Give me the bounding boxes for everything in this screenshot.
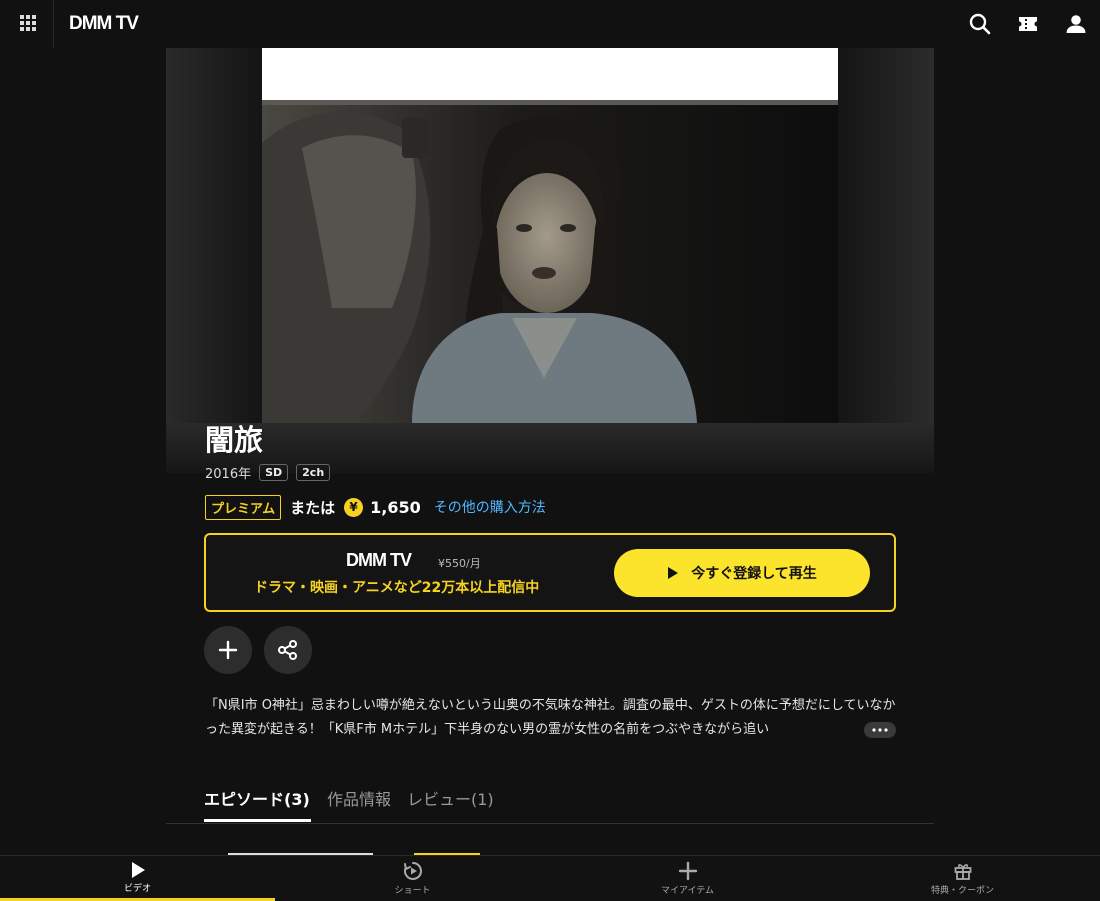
active-tab-indicator xyxy=(204,819,311,822)
premium-badge: プレミアム xyxy=(205,494,282,520)
or-text: または xyxy=(290,498,336,517)
grid-menu-icon xyxy=(20,15,36,31)
nav-short[interactable]: ショート xyxy=(275,856,550,901)
nav-benefits-label: 特典・クーポン xyxy=(930,886,994,896)
register-and-play-label: 今すぐ登録して再生 xyxy=(691,566,817,582)
quality-badge: SD xyxy=(259,463,289,481)
ticket-icon[interactable] xyxy=(1016,12,1040,36)
nav-short-label: ショート xyxy=(394,886,431,896)
promo-text: ドラマ・映画・アニメなど22万本以上配信中 xyxy=(254,580,540,596)
nav-my-items[interactable]: マイアイテム xyxy=(550,856,825,901)
release-year: 2016年 xyxy=(205,466,252,482)
nav-benefits[interactable]: 特典・クーポン xyxy=(825,856,1100,901)
add-to-list-button[interactable] xyxy=(204,626,252,674)
nav-my-items-label: マイアイテム xyxy=(660,886,715,896)
subscription-promo: DMM TV ¥550/月 ドラマ・映画・アニメなど22万本以上配信中 今すぐ登… xyxy=(204,533,896,612)
nav-video[interactable]: ビデオ xyxy=(0,856,275,901)
promo-price: ¥550/月 xyxy=(438,557,481,570)
price-row: プレミアム または ¥ 1,650 その他の購入方法 xyxy=(205,494,546,520)
hero-area xyxy=(166,48,934,473)
yen-coin-icon: ¥ xyxy=(344,497,364,517)
add-icon xyxy=(218,640,238,660)
nav-video-label: ビデオ xyxy=(123,884,151,894)
poster-image xyxy=(262,48,838,423)
promo-logo: DMM TV xyxy=(346,550,412,570)
channel-badge: 2ch xyxy=(296,463,331,481)
play-icon xyxy=(131,862,145,878)
gift-icon xyxy=(954,864,971,880)
page-title: 闇旅 xyxy=(205,423,264,457)
description: 「N県I市 O神社」忌まわしい噂が絶えないという山奥の不気味な神社。調査の最中、… xyxy=(205,698,896,737)
register-and-play-button[interactable]: 今すぐ登録して再生 xyxy=(614,549,870,597)
user-icon[interactable] xyxy=(1064,12,1088,36)
dmm-tv-logo[interactable]: DMM TV xyxy=(69,13,139,35)
share-icon xyxy=(278,640,297,660)
tab-episodes[interactable]: エピソード(3) xyxy=(204,786,310,810)
more-dots-icon xyxy=(872,728,888,732)
content-tabs: エピソード(3) 作品情報 レビュー(1) xyxy=(166,780,934,824)
tab-work-info[interactable]: 作品情報 xyxy=(327,786,391,810)
grid-menu-button[interactable] xyxy=(0,0,54,48)
expand-description-button[interactable] xyxy=(864,722,896,738)
tab-reviews[interactable]: レビュー(1) xyxy=(407,786,494,810)
play-icon xyxy=(668,567,679,579)
share-button[interactable] xyxy=(264,626,312,674)
search-icon[interactable] xyxy=(968,12,992,36)
other-purchase-link[interactable]: その他の購入方法 xyxy=(434,497,546,517)
bottom-nav: ビデオ ショート マイアイテム 特典・クーポン xyxy=(0,855,1100,901)
short-play-icon xyxy=(403,862,422,880)
meta-row: 2016年 SD 2ch xyxy=(205,461,331,483)
plus-icon xyxy=(678,861,697,881)
price-value: 1,650 xyxy=(370,497,421,517)
top-bar: DMM TV xyxy=(0,0,1100,48)
